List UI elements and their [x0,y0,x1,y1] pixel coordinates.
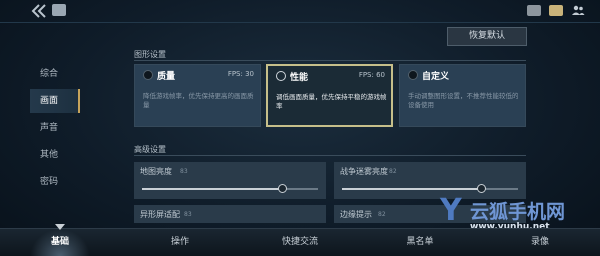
radio-button[interactable] [276,71,286,81]
map-brightness-slider[interactable] [142,188,318,190]
row-label: 边缘提示 [340,210,372,219]
preset-title: 质量 [157,72,176,82]
row-value: 83 [184,211,192,218]
watermark-letter: Y [440,193,462,228]
preset-description: 降低游戏帧率，优先保持更高的画面质量 [143,92,254,109]
tab-basic[interactable]: 基础 [30,229,90,256]
graphics-section-divider [134,60,526,61]
treasure-chest-icon[interactable] [527,5,541,16]
preset-card-custom[interactable]: 自定义 手动调整图形设置，不推荐性能较低的设备使用 [399,64,526,127]
slider-fill [342,188,482,190]
top-divider [0,22,600,23]
friends-icon[interactable] [571,5,585,16]
preset-card-performance[interactable]: 性能 FPS: 60 调低画面质量，优先保持平稳的游戏帧率 [266,64,393,127]
watermark-name: 云狐手机网 [470,201,566,223]
map-brightness-row: 地图亮度 83 [134,162,326,199]
row-label: 异形屏适配 [140,210,180,219]
preset-title: 性能 [290,73,309,83]
sidebar-item-sound[interactable]: 声音 [30,116,80,140]
slider-fill [142,188,283,190]
home-icon[interactable] [52,4,66,16]
slider-handle[interactable] [476,184,486,193]
preset-fps: FPS: 60 [358,71,385,79]
radio-button[interactable] [143,70,153,80]
tab-blacklist[interactable]: 黑名单 [385,229,455,256]
fog-brightness-slider[interactable] [342,188,518,190]
restore-defaults-button[interactable]: 恢复默认 [447,27,527,46]
sidebar-item-password[interactable]: 密码 [30,170,80,194]
radio-button[interactable] [408,70,418,80]
preset-description: 调低画面质量，优先保持平稳的游戏帧率 [276,93,387,110]
preset-title: 自定义 [422,72,450,82]
chat-icon[interactable] [549,5,563,16]
slider-value: 83 [180,168,188,175]
back-arrow-icon[interactable] [30,4,48,18]
sidebar-item-display[interactable]: 画面 [30,89,80,113]
slider-value: 82 [389,168,397,175]
slider-label: 战争迷雾亮度 [340,167,388,176]
sidebar-item-other[interactable]: 其他 [30,143,80,167]
settings-sidebar: 综合 画面 声音 其他 密码 [30,62,80,202]
settings-screen: 恢复默认 图形设置 综合 画面 声音 其他 密码 质量 FPS: 30 降低游戏… [0,0,600,256]
tab-quick-chat[interactable]: 快捷交流 [260,229,340,256]
sidebar-item-general[interactable]: 综合 [30,62,80,86]
slider-label: 地图亮度 [140,167,172,176]
preset-description: 手动调整图形设置，不推荐性能较低的设备使用 [408,92,519,109]
bottom-nav: 基础 操作 快捷交流 黑名单 录像 [0,224,600,256]
preset-fps: FPS: 30 [227,70,254,78]
notch-adaptation-row[interactable]: 异形屏适配 83 [134,205,326,223]
tab-replay[interactable]: 录像 [510,229,570,256]
graphics-section-title: 图形设置 [134,50,166,59]
row-value: 82 [378,211,386,218]
advanced-section-divider [134,155,526,156]
top-bar [0,0,600,22]
advanced-section-title: 高级设置 [134,145,166,154]
preset-card-quality[interactable]: 质量 FPS: 30 降低游戏帧率，优先保持更高的画面质量 [134,64,261,127]
tab-controls[interactable]: 操作 [150,229,210,256]
slider-handle[interactable] [278,184,288,193]
